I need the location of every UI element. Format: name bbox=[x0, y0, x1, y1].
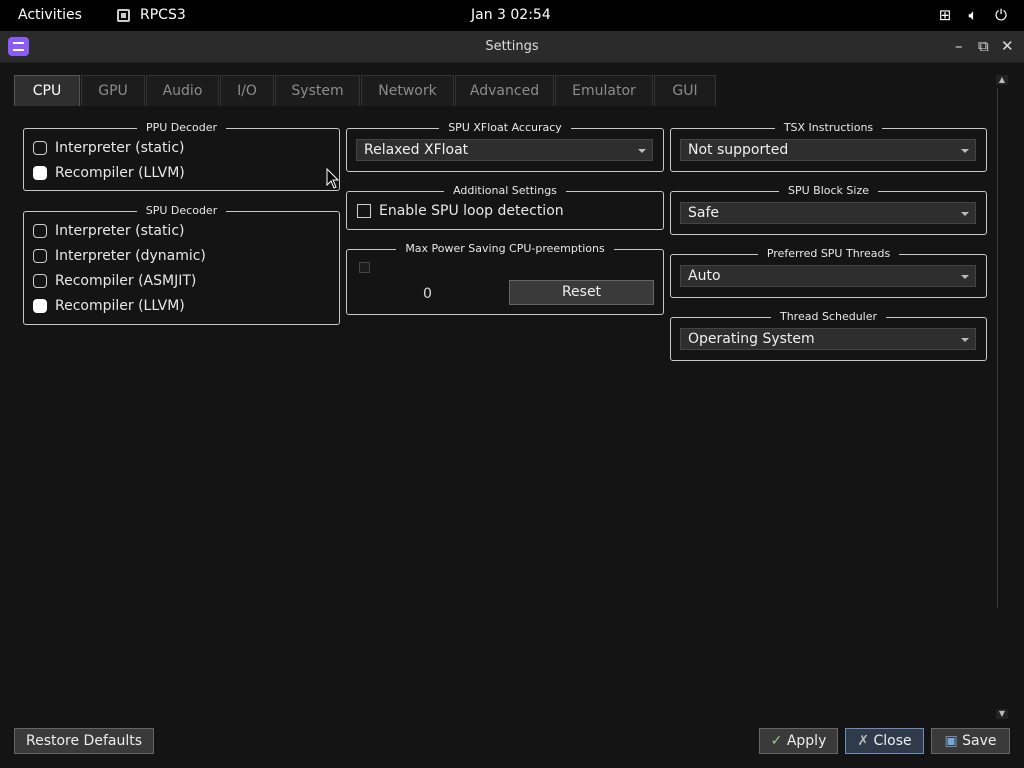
clock[interactable]: Jan 3 02:54 bbox=[471, 7, 551, 23]
settings-window: Settings – ⧉ ✕ CPU GPU Audio I/O System … bbox=[0, 31, 1024, 768]
settings-tabs: CPU GPU Audio I/O System Network Advance… bbox=[14, 75, 717, 106]
minimize-icon[interactable]: – bbox=[955, 37, 963, 55]
system-tray[interactable]: ⊞ 🔈︎ ⏻ bbox=[936, 6, 1010, 24]
save-label: Save bbox=[962, 733, 997, 749]
app-menu[interactable]: RPCS3 bbox=[117, 7, 186, 23]
radio-label: Recompiler (LLVM) bbox=[55, 298, 185, 314]
activities-button[interactable]: Activities bbox=[18, 7, 82, 23]
spu-xfloat-title: SPU XFloat Accuracy bbox=[439, 121, 571, 134]
restore-defaults-button[interactable]: Restore Defaults bbox=[14, 728, 154, 754]
spu-recompiler-llvm-radio[interactable]: Recompiler (LLVM) bbox=[33, 298, 185, 314]
ppu-decoder-group: PPU Decoder Interpreter (static) Recompi… bbox=[23, 121, 340, 191]
spu-decoder-title: SPU Decoder bbox=[136, 204, 227, 217]
radio-indicator[interactable] bbox=[33, 166, 47, 180]
max-power-saving-group: Max Power Saving CPU-preemptions 0 Reset bbox=[346, 242, 664, 315]
apply-button[interactable]: ✓ Apply bbox=[759, 728, 838, 754]
chevron-down-icon bbox=[961, 149, 969, 153]
close-button[interactable]: ✗ Close bbox=[845, 728, 924, 754]
ppu-recompiler-llvm-radio[interactable]: Recompiler (LLVM) bbox=[33, 165, 185, 181]
thread-scheduler-title: Thread Scheduler bbox=[770, 310, 887, 323]
spu-interpreter-dynamic-radio[interactable]: Interpreter (dynamic) bbox=[33, 248, 206, 264]
select-value: Operating System bbox=[688, 331, 815, 347]
chevron-down-icon bbox=[638, 149, 646, 153]
save-button[interactable]: ▣ Save bbox=[931, 728, 1010, 754]
tab-audio[interactable]: Audio bbox=[146, 75, 219, 106]
chevron-down-icon bbox=[961, 212, 969, 216]
spu-interpreter-static-radio[interactable]: Interpreter (static) bbox=[33, 223, 184, 239]
max-power-saving-title: Max Power Saving CPU-preemptions bbox=[396, 242, 614, 255]
floppy-disk-icon: ▣ bbox=[944, 733, 958, 749]
additional-settings-title: Additional Settings bbox=[444, 184, 566, 197]
spu-block-size-title: SPU Block Size bbox=[779, 184, 878, 197]
preferred-spu-threads-group: Preferred SPU Threads Auto bbox=[670, 247, 987, 298]
network-icon[interactable]: ⊞ bbox=[936, 6, 954, 24]
radio-indicator[interactable] bbox=[33, 249, 47, 263]
checkbox-label: Enable SPU loop detection bbox=[379, 203, 564, 219]
scroll-down-icon[interactable]: ▼ bbox=[996, 709, 1008, 719]
tab-gpu[interactable]: GPU bbox=[81, 75, 145, 106]
radio-label: Interpreter (static) bbox=[55, 140, 185, 156]
tab-emulator[interactable]: Emulator bbox=[555, 75, 653, 106]
tab-system[interactable]: System bbox=[275, 75, 360, 106]
power-icon[interactable]: ⏻ bbox=[992, 6, 1010, 24]
spu-loop-detection-checkbox[interactable]: Enable SPU loop detection bbox=[357, 203, 564, 219]
checkbox-indicator[interactable] bbox=[357, 204, 371, 218]
spu-block-size-select[interactable]: Safe bbox=[680, 202, 976, 224]
title-bar: Settings – ⧉ ✕ bbox=[0, 31, 1024, 63]
preferred-spu-threads-title: Preferred SPU Threads bbox=[757, 247, 900, 260]
ppu-decoder-title: PPU Decoder bbox=[136, 121, 227, 134]
spu-decoder-group: SPU Decoder Interpreter (static) Interpr… bbox=[23, 204, 340, 325]
mouse-cursor-icon bbox=[326, 168, 340, 189]
window-title: Settings bbox=[485, 39, 539, 54]
radio-label: Interpreter (static) bbox=[55, 223, 185, 239]
radio-indicator[interactable] bbox=[33, 141, 47, 155]
scroll-up-icon[interactable]: ▲ bbox=[996, 75, 1008, 85]
chevron-down-icon bbox=[961, 275, 969, 279]
maximize-icon[interactable]: ⧉ bbox=[978, 37, 989, 55]
tsx-instructions-title: TSX Instructions bbox=[774, 121, 883, 134]
tab-io[interactable]: I/O bbox=[220, 75, 274, 106]
close-x-icon: ✗ bbox=[857, 733, 870, 749]
tab-advanced[interactable]: Advanced bbox=[455, 75, 554, 106]
tab-network[interactable]: Network bbox=[361, 75, 454, 106]
preferred-spu-threads-select[interactable]: Auto bbox=[680, 265, 976, 287]
radio-label: Recompiler (ASMJIT) bbox=[55, 273, 197, 289]
close-label: Close bbox=[873, 733, 912, 749]
rpcs3-app-icon bbox=[117, 8, 130, 22]
spu-recompiler-asmjit-radio[interactable]: Recompiler (ASMJIT) bbox=[33, 273, 196, 289]
thread-scheduler-select[interactable]: Operating System bbox=[680, 328, 976, 350]
radio-label: Interpreter (dynamic) bbox=[55, 248, 206, 264]
tab-gui[interactable]: GUI bbox=[654, 75, 716, 106]
app-name: RPCS3 bbox=[140, 7, 186, 23]
select-value: Relaxed XFloat bbox=[364, 142, 469, 158]
select-value: Auto bbox=[688, 268, 721, 284]
tab-cpu[interactable]: CPU bbox=[14, 75, 80, 106]
radio-label: Recompiler (LLVM) bbox=[55, 165, 185, 181]
thread-scheduler-group: Thread Scheduler Operating System bbox=[670, 310, 987, 361]
spu-xfloat-group: SPU XFloat Accuracy Relaxed XFloat bbox=[346, 121, 664, 172]
max-power-value: 0 bbox=[423, 286, 432, 302]
apply-label: Apply bbox=[786, 733, 827, 749]
close-icon[interactable]: ✕ bbox=[1001, 37, 1014, 55]
spu-xfloat-select[interactable]: Relaxed XFloat bbox=[356, 139, 653, 161]
volume-icon[interactable]: 🔈︎ bbox=[964, 6, 982, 24]
scrollbar-track[interactable] bbox=[997, 88, 998, 608]
top-bar: Activities RPCS3 Jan 3 02:54 ⊞ 🔈︎ ⏻ bbox=[0, 0, 1024, 31]
select-value: Not supported bbox=[688, 142, 789, 158]
additional-settings-group: Additional Settings Enable SPU loop dete… bbox=[346, 184, 664, 230]
select-value: Safe bbox=[688, 205, 720, 221]
max-power-disabled-checkbox[interactable] bbox=[359, 262, 370, 273]
tsx-instructions-select[interactable]: Not supported bbox=[680, 139, 976, 161]
check-icon: ✓ bbox=[770, 733, 783, 749]
reset-button[interactable]: Reset bbox=[509, 280, 654, 305]
tsx-instructions-group: TSX Instructions Not supported bbox=[670, 121, 987, 172]
spu-block-size-group: SPU Block Size Safe bbox=[670, 184, 987, 235]
chevron-down-icon bbox=[961, 338, 969, 342]
radio-indicator[interactable] bbox=[33, 299, 47, 313]
radio-indicator[interactable] bbox=[33, 224, 47, 238]
radio-indicator[interactable] bbox=[33, 274, 47, 288]
ppu-interpreter-static-radio[interactable]: Interpreter (static) bbox=[33, 140, 184, 156]
